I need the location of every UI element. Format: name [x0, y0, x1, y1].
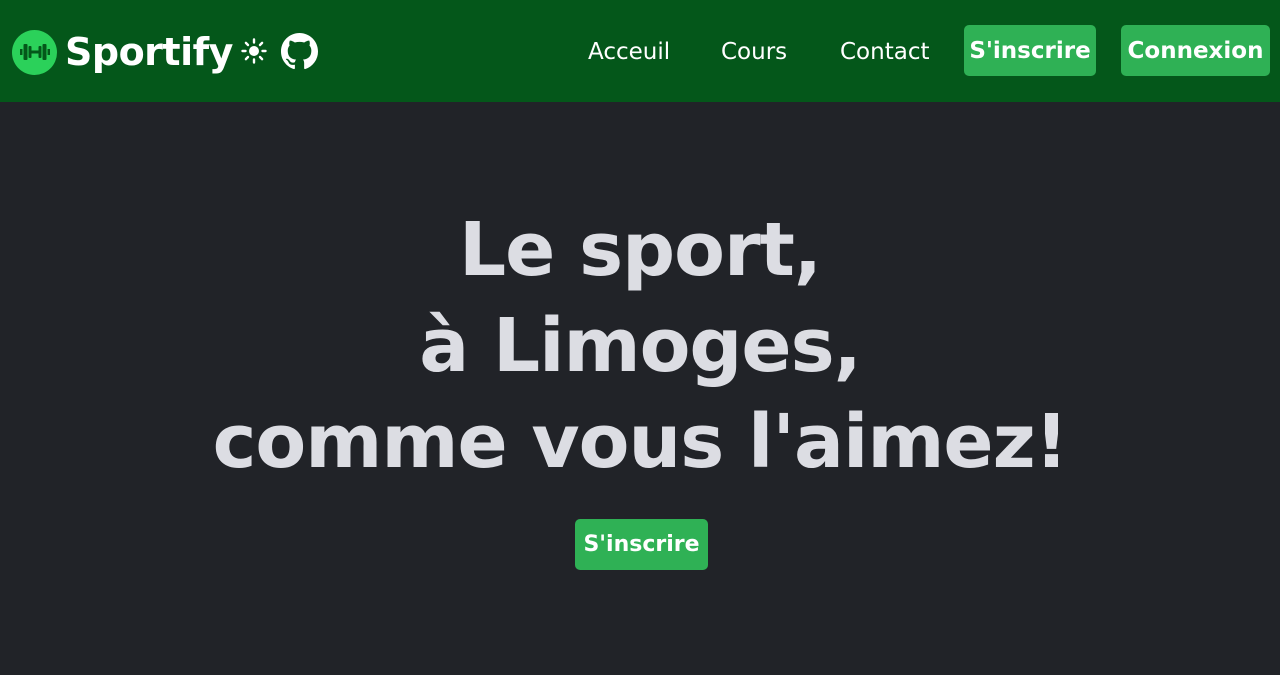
hero-title-line: Le sport,	[459, 207, 822, 293]
signup-button[interactable]: S'inscrire	[964, 25, 1096, 76]
hero-title-line: à Limoges,	[419, 303, 861, 389]
hero-signup-button[interactable]: S'inscrire	[575, 519, 708, 570]
nav-link-cours[interactable]: Cours	[721, 36, 787, 68]
login-button[interactable]: Connexion	[1121, 25, 1270, 76]
sun-icon[interactable]	[241, 38, 267, 64]
github-icon[interactable]	[281, 33, 318, 70]
dumbbell-icon	[12, 29, 57, 75]
navbar: Sportify Acceuil Cours Contact S'inscrir…	[0, 0, 1280, 102]
nav-link-acceuil[interactable]: Acceuil	[588, 36, 670, 68]
brand-link[interactable]: Sportify	[12, 28, 233, 76]
nav-link-contact[interactable]: Contact	[840, 36, 929, 68]
brand-name: Sportify	[65, 30, 233, 74]
hero-title-line: comme vous l'aimez!	[212, 399, 1069, 485]
hero-title: Le sport, à Limoges, comme vous l'aimez!	[0, 202, 1280, 490]
